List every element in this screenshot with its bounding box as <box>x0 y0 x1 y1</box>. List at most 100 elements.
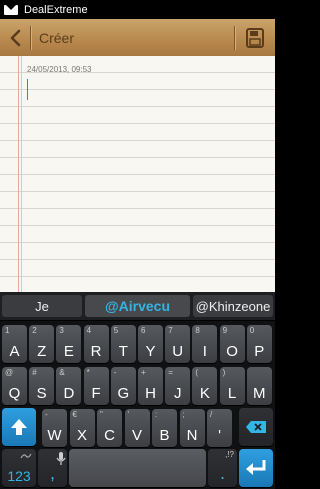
delete-key[interactable] <box>239 408 273 446</box>
toolbar: Créer <box>0 19 275 57</box>
key-main-label: W <box>47 427 62 444</box>
shift-arrow-icon <box>11 419 27 435</box>
key-main-label: L <box>227 385 237 402</box>
soft-keyboard: Je @Airvecu @Khinzeone 1A2Z3E4R5T6Y7U8I9… <box>0 292 275 489</box>
key-j[interactable]: = J <box>165 367 191 405</box>
margin-line <box>21 56 22 292</box>
note-editor[interactable]: 24/05/2013, 09:53 <box>0 56 275 292</box>
key-g[interactable]: -G <box>110 367 136 405</box>
key-m[interactable]: M <box>246 367 272 405</box>
key-main-label: O <box>226 343 238 360</box>
microphone-icon[interactable] <box>56 452 66 466</box>
key-main-label: A <box>9 343 20 360</box>
key-z[interactable]: 2Z <box>29 325 55 363</box>
key-t[interactable]: 5T <box>110 325 136 363</box>
key-main-label: ' <box>218 427 221 444</box>
key-u[interactable]: 7U <box>165 325 191 363</box>
chevron-left-icon <box>10 29 21 46</box>
key-c[interactable]: " C <box>97 409 122 447</box>
numbers-key-label: 123 <box>7 468 31 484</box>
key-main-label: T <box>118 343 128 360</box>
status-bar: DealExtreme <box>0 0 275 19</box>
period-key-alt: ,!? <box>225 450 234 459</box>
key-main-label: Y <box>145 343 156 360</box>
status-app-name: DealExtreme <box>24 3 88 16</box>
key-r[interactable]: 4R <box>83 325 109 363</box>
key-k[interactable]: (K <box>192 367 218 405</box>
key-alt-label: 4 <box>86 326 92 335</box>
comma-key-label: , <box>49 463 55 483</box>
save-button[interactable] <box>235 19 275 56</box>
key-a[interactable]: 1A <box>2 325 27 363</box>
key-alt-label: " <box>100 410 103 419</box>
key-alt-label: - <box>113 368 117 377</box>
key-alt-label: ' <box>127 410 130 419</box>
swype-icon <box>20 453 32 459</box>
key-main-label: P <box>254 343 265 360</box>
key-main-label: V <box>131 427 142 444</box>
key-main-label: B <box>159 427 170 444</box>
save-icon <box>246 27 264 48</box>
numbers-key[interactable]: 123 <box>2 449 36 487</box>
key-alt-label: 6 <box>141 326 146 335</box>
key-main-label: R <box>90 343 102 360</box>
key-d[interactable]: & D <box>56 367 82 405</box>
text-cursor <box>27 79 28 100</box>
key-w[interactable]: -W <box>42 409 67 447</box>
margin-line <box>18 56 19 292</box>
key-s[interactable]: # S <box>29 367 55 405</box>
key-o[interactable]: 9O <box>219 325 245 363</box>
key-main-label: Z <box>37 343 47 360</box>
key-b[interactable]: :B <box>152 409 177 447</box>
key-alt-label: = <box>168 368 173 377</box>
key-apostrophe[interactable]: / ' <box>207 409 232 447</box>
key-alt-label: 7 <box>168 326 173 335</box>
key-i[interactable]: 8I <box>192 325 218 363</box>
space-bar[interactable] <box>69 449 206 487</box>
key-alt-label: 1 <box>5 326 10 335</box>
period-key[interactable]: ,!? . <box>208 449 237 487</box>
key-alt-label: ) <box>222 368 226 377</box>
key-h[interactable]: + H <box>138 367 163 405</box>
key-f[interactable]: * F <box>83 367 109 405</box>
key-e[interactable]: 3E <box>56 325 82 363</box>
key-alt-label: + <box>141 368 146 377</box>
enter-key[interactable] <box>239 449 273 487</box>
key-main-label: U <box>172 343 184 360</box>
key-alt-label: ; <box>182 410 185 419</box>
suggestion-item[interactable]: Je <box>2 295 82 317</box>
key-n[interactable]: ; N <box>179 409 205 447</box>
key-alt-label: # <box>32 368 37 377</box>
key-main-label: C <box>104 427 115 444</box>
key-main-label: H <box>145 385 156 402</box>
key-y[interactable]: 6Y <box>138 325 163 363</box>
key-alt-label: / <box>210 410 213 419</box>
period-key-label: . <box>219 463 225 483</box>
key-alt-label: ( <box>195 368 199 377</box>
suggestion-item[interactable]: @Khinzeone <box>193 295 273 317</box>
shift-key[interactable] <box>2 408 36 446</box>
key-main-label: G <box>117 385 130 402</box>
key-main-label: E <box>63 343 74 360</box>
key-x[interactable]: € X <box>69 409 95 447</box>
key-alt-label: * <box>86 368 90 377</box>
key-main-label: K <box>199 385 210 402</box>
key-alt-label: & <box>59 368 65 377</box>
key-main-label: I <box>202 343 207 360</box>
key-p[interactable]: 0P <box>246 325 272 363</box>
key-main-label: X <box>76 427 87 444</box>
key-l[interactable]: ) L <box>219 367 245 405</box>
key-alt-label: - <box>45 410 48 419</box>
suggestion-bar: Je @Airvecu @Khinzeone <box>0 292 275 321</box>
key-main-label: N <box>186 427 198 444</box>
key-q[interactable]: @ Q <box>2 367 27 405</box>
key-v[interactable]: ' V <box>124 409 150 447</box>
key-alt-label: 2 <box>32 326 37 335</box>
suggestion-item-selected[interactable]: @Airvecu <box>85 295 190 317</box>
back-button[interactable] <box>0 19 30 56</box>
key-main-label: M <box>253 385 266 402</box>
note-timestamp: 24/05/2013, 09:53 <box>27 65 92 74</box>
toolbar-divider <box>30 25 31 50</box>
key-main-label: S <box>36 385 47 402</box>
enter-arrow-icon <box>246 460 266 475</box>
